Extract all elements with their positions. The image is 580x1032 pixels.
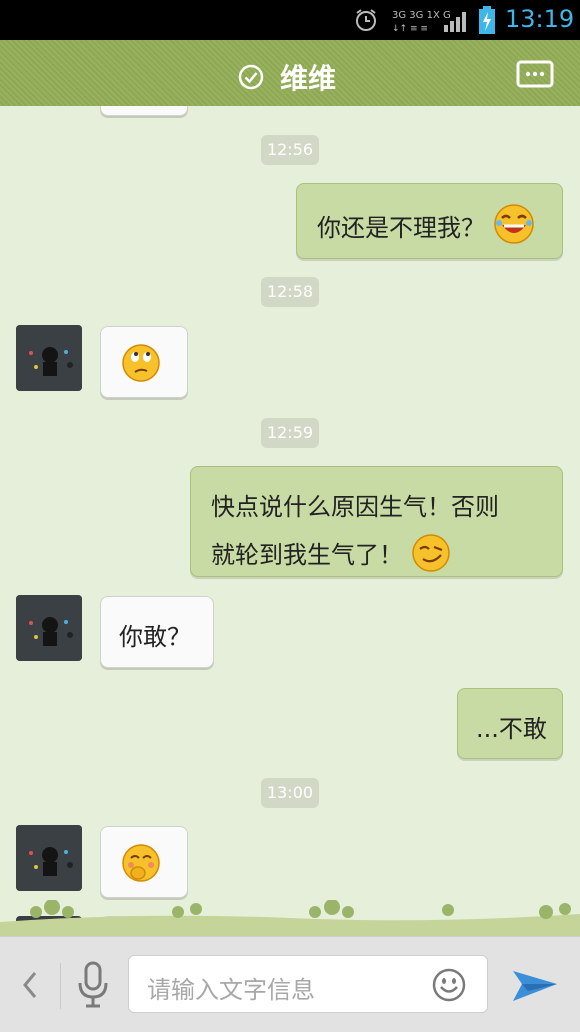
- timestamp: 13:00: [261, 778, 319, 808]
- message-text: 你还是不理我？: [317, 214, 485, 242]
- avatar[interactable]: [16, 325, 82, 391]
- avatar-image: [16, 595, 82, 661]
- message-bubble-incoming[interactable]: [100, 106, 188, 116]
- message-bubble-outgoing[interactable]: ...不敢: [457, 688, 563, 759]
- message-text-line: 就轮到我生气了！: [211, 541, 403, 569]
- thinking-emoji: [122, 344, 160, 382]
- message-input-placeholder: 请输入文字信息: [147, 976, 315, 1004]
- shy-giggle-emoji: [122, 844, 160, 882]
- message-text-line: 快点说什么原因生气！否则: [211, 493, 499, 521]
- back-chevron-icon[interactable]: [18, 969, 42, 1001]
- timestamp: 12:58: [261, 277, 319, 307]
- chat-header: 维维: [0, 40, 580, 106]
- input-bar: 请输入文字信息: [0, 936, 580, 1032]
- avatar[interactable]: [16, 825, 82, 891]
- signal-icon: 3G 3G 1X G ↓↑ ≡ ≡: [392, 10, 466, 34]
- avatar-image: [16, 325, 82, 391]
- battery-charging-icon: [479, 6, 495, 34]
- avatar[interactable]: [16, 595, 82, 661]
- laughing-emoji: [493, 204, 534, 244]
- timestamp: 12:59: [261, 418, 319, 448]
- send-icon[interactable]: [510, 961, 560, 1007]
- contact-name: 维维: [280, 62, 337, 95]
- avatar-image: [16, 825, 82, 891]
- status-time: 13:19: [505, 5, 575, 33]
- chat-menu-icon[interactable]: [516, 60, 554, 90]
- status-bar: 3G 3G 1X G ↓↑ ≡ ≡ 13:19: [0, 0, 580, 40]
- online-check-icon: [238, 64, 264, 90]
- message-bubble-outgoing[interactable]: 快点说什么原因生气！否则 就轮到我生气了！: [190, 466, 563, 577]
- divider: [60, 963, 61, 1009]
- timestamp: 12:56: [261, 135, 319, 165]
- message-list[interactable]: 12:56 你还是不理我？ 12:58 12:59 快点说什么原因生气！否则 就…: [0, 106, 580, 936]
- alarm-icon: [356, 9, 376, 31]
- smiley-icon[interactable]: [432, 968, 466, 1002]
- svg-text:3G 3G 1X G: 3G 3G 1X G: [392, 10, 451, 21]
- microphone-icon[interactable]: [76, 961, 110, 1009]
- message-bubble-outgoing[interactable]: 你还是不理我？: [296, 183, 563, 259]
- message-text: ...不敢: [476, 715, 547, 743]
- smug-emoji: [411, 534, 450, 572]
- decorative-landscape: [0, 900, 580, 936]
- message-bubble-incoming[interactable]: 你敢？: [100, 596, 214, 668]
- message-bubble-incoming[interactable]: [100, 326, 188, 398]
- message-bubble-incoming[interactable]: [100, 826, 188, 898]
- svg-text:↓↑ ≡ ≡: ↓↑ ≡ ≡: [392, 24, 428, 34]
- message-text: 你敢？: [119, 623, 191, 651]
